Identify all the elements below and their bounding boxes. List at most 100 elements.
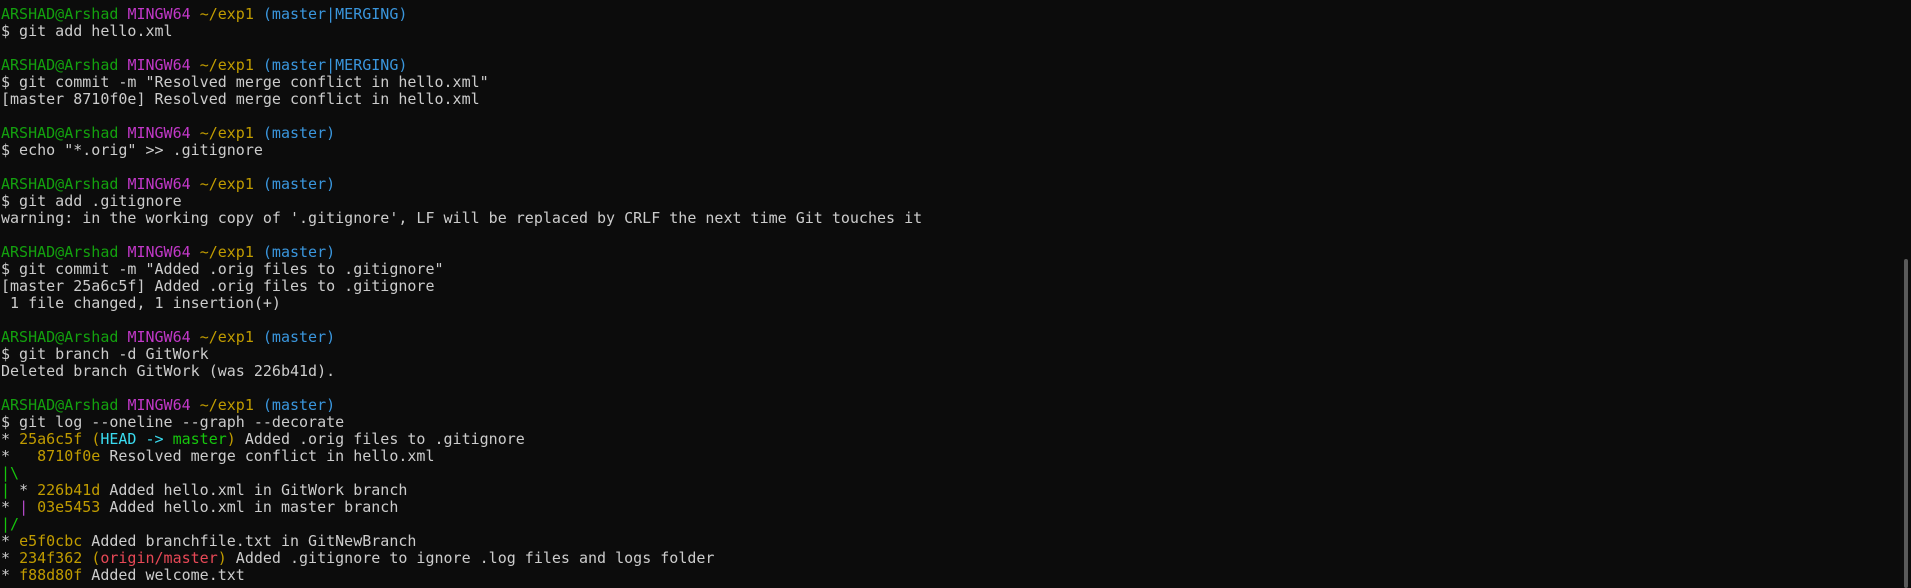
terminal-text-segment: 226b41d [37,481,101,499]
terminal-text-segment: 234f362 [19,549,92,567]
terminal-line: Deleted branch GitWork (was 226b41d). [1,363,1889,380]
terminal-line: * e5f0cbc Added branchfile.txt in GitNew… [1,533,1889,550]
terminal-text-segment: * [1,532,20,550]
terminal-line: [master 25a6c5f] Added .orig files to .g… [1,278,1889,295]
terminal-text-segment: Deleted branch GitWork (was 226b41d). [1,362,336,380]
terminal-text-segment: (master) [262,328,336,346]
terminal-text-segment: ARSHAD@Arshad [1,243,128,261]
terminal-text-segment: * [19,481,38,499]
terminal-text-segment: ~/exp1 [199,124,263,142]
terminal-line: $ git commit -m "Resolved merge conflict… [1,74,1889,91]
terminal-text-segment: Added .orig files to .gitignore [235,430,525,448]
terminal-text-segment: (master) [262,396,336,414]
terminal-output[interactable]: ARSHAD@Arshad MINGW64 ~/exp1 (master|MER… [1,6,1889,584]
terminal-text-segment: Added welcome.txt [82,566,245,584]
terminal-text-segment: ~/exp1 [199,175,263,193]
terminal-text-segment: warning: in the working copy of '.gitign… [1,209,923,227]
terminal-line: | * 226b41d Added hello.xml in GitWork b… [1,482,1889,499]
terminal-text-segment: ~/exp1 [199,5,263,23]
terminal-text-segment: (master|MERGING) [262,56,408,74]
terminal-line: $ git commit -m "Added .orig files to .g… [1,261,1889,278]
terminal-text-segment: Added branchfile.txt in GitNewBranch [82,532,417,550]
terminal-text-segment: MINGW64 [127,5,200,23]
terminal-line: [master 8710f0e] Resolved merge conflict… [1,91,1889,108]
terminal-line: * 8710f0e Resolved merge conflict in hel… [1,448,1889,465]
terminal-text-segment: ARSHAD@Arshad [1,124,128,142]
terminal-text-segment: MINGW64 [127,328,200,346]
terminal-text-segment: f88d80f [19,566,83,584]
terminal-line: * | 03e5453 Added hello.xml in master br… [1,499,1889,516]
terminal-text-segment: [master 25a6c5f] Added .orig files to .g… [1,277,435,295]
terminal-line: * 25a6c5f (HEAD -> master) Added .orig f… [1,431,1889,448]
terminal-text-segment: master [172,430,227,448]
terminal-text-segment: Added .gitignore to ignore .log files an… [226,549,715,567]
terminal-text-segment: $ git branch -d GitWork [1,345,209,363]
terminal-text-segment: MINGW64 [127,396,200,414]
terminal-text-segment: | [1,481,20,499]
terminal-line: warning: in the working copy of '.gitign… [1,210,1889,227]
terminal-line: ARSHAD@Arshad MINGW64 ~/exp1 (master) [1,176,1889,193]
terminal-text-segment: $ git add hello.xml [1,22,173,40]
terminal-text-segment: * [1,498,20,516]
terminal-line: |\ [1,465,1889,482]
terminal-text-segment: MINGW64 [127,124,200,142]
terminal-text-segment: ( [91,430,101,448]
terminal-text-segment: 03e5453 [37,498,101,516]
terminal-text-segment: ARSHAD@Arshad [1,175,128,193]
terminal-text-segment: ) [217,549,227,567]
terminal-text-segment: ) [226,430,236,448]
terminal-window[interactable]: ARSHAD@Arshad MINGW64 ~/exp1 (master|MER… [0,0,1911,588]
terminal-text-segment: Added hello.xml in master branch [100,498,399,516]
terminal-text-segment: ~/exp1 [199,56,263,74]
terminal-line: ARSHAD@Arshad MINGW64 ~/exp1 (master) [1,329,1889,346]
terminal-text-segment: ~/exp1 [199,243,263,261]
terminal-line: $ echo "*.orig" >> .gitignore [1,142,1889,159]
terminal-text-segment: $ git commit -m "Added .orig files to .g… [1,260,444,278]
scrollbar-thumb[interactable] [1904,259,1908,588]
terminal-text-segment: 8710f0e [37,447,101,465]
terminal-line: 1 file changed, 1 insertion(+) [1,295,1889,312]
vertical-scrollbar[interactable] [1902,0,1911,588]
terminal-text-segment: | [19,498,38,516]
terminal-text-segment: * [1,430,20,448]
terminal-text-segment: MINGW64 [127,56,200,74]
terminal-text-segment: ( [91,549,101,567]
terminal-text-segment: MINGW64 [127,243,200,261]
terminal-text-segment: (master) [262,243,336,261]
terminal-line: $ git log --oneline --graph --decorate [1,414,1889,431]
terminal-text-segment: ~/exp1 [199,328,263,346]
terminal-text-segment: $ echo "*.orig" >> .gitignore [1,141,263,159]
terminal-line: $ git add .gitignore [1,193,1889,210]
terminal-text-segment: ARSHAD@Arshad [1,56,128,74]
terminal-line: * f88d80f Added welcome.txt [1,567,1889,584]
terminal-text-segment: e5f0cbc [19,532,83,550]
terminal-text-segment: ARSHAD@Arshad [1,328,128,346]
terminal-line: ARSHAD@Arshad MINGW64 ~/exp1 (master) [1,244,1889,261]
terminal-text-segment: 1 file changed, 1 insertion(+) [1,294,281,312]
terminal-text-segment: [master 8710f0e] Resolved merge conflict… [1,90,480,108]
terminal-text-segment: HEAD -> [100,430,173,448]
terminal-text-segment: ARSHAD@Arshad [1,396,128,414]
terminal-text-segment: ARSHAD@Arshad [1,5,128,23]
terminal-text-segment: Resolved merge conflict in hello.xml [100,447,435,465]
terminal-text-segment: |\ [1,464,20,482]
terminal-text-segment: $ git commit -m "Resolved merge conflict… [1,73,489,91]
terminal-text-segment: * [1,549,20,567]
terminal-text-segment: * [1,566,20,584]
terminal-line: $ git add hello.xml [1,23,1889,40]
terminal-line: ARSHAD@Arshad MINGW64 ~/exp1 (master|MER… [1,6,1889,23]
terminal-line: ARSHAD@Arshad MINGW64 ~/exp1 (master) [1,125,1889,142]
terminal-text-segment: ~/exp1 [199,396,263,414]
terminal-text-segment: origin/master [100,549,218,567]
terminal-line: ARSHAD@Arshad MINGW64 ~/exp1 (master) [1,397,1889,414]
terminal-text-segment: $ git log --oneline --graph --decorate [1,413,345,431]
terminal-text-segment: Added hello.xml in GitWork branch [100,481,408,499]
terminal-text-segment: * [1,447,38,465]
terminal-text-segment: 25a6c5f [19,430,92,448]
terminal-text-segment: (master) [262,124,336,142]
